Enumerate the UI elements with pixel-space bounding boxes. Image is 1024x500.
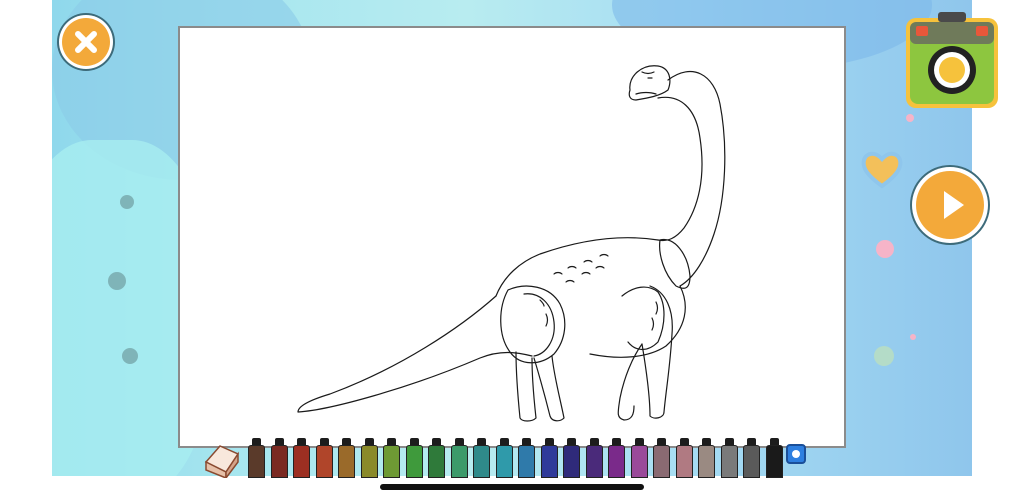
eraser-tool[interactable]	[200, 434, 244, 481]
color-marker[interactable]	[495, 438, 513, 478]
color-marker[interactable]	[383, 438, 400, 478]
decor-dot	[120, 195, 134, 209]
marker-body	[315, 445, 333, 478]
marker-body	[450, 445, 468, 478]
color-marker[interactable]	[585, 438, 603, 478]
color-marker[interactable]	[270, 438, 288, 478]
color-marker[interactable]	[540, 438, 558, 478]
color-marker[interactable]	[338, 438, 355, 478]
marker-body	[360, 445, 378, 478]
drawing-canvas[interactable]	[178, 26, 846, 448]
brush-size-button[interactable]	[786, 444, 806, 464]
color-marker[interactable]	[765, 438, 783, 478]
marker-body	[405, 445, 423, 478]
decor-dot	[876, 240, 894, 258]
camera-icon	[906, 12, 998, 108]
marker-body	[293, 445, 310, 478]
color-marker[interactable]	[450, 438, 468, 478]
color-marker[interactable]	[293, 438, 310, 478]
marker-body	[428, 445, 445, 478]
marker-body	[473, 445, 490, 478]
close-button[interactable]	[62, 18, 110, 66]
next-button[interactable]	[916, 171, 984, 239]
color-marker[interactable]	[698, 438, 715, 478]
color-marker[interactable]	[473, 438, 490, 478]
marker-body	[270, 445, 288, 478]
decor-dot	[122, 348, 138, 364]
color-marker[interactable]	[608, 438, 625, 478]
color-marker[interactable]	[405, 438, 423, 478]
marker-body	[338, 445, 355, 478]
color-marker[interactable]	[720, 438, 738, 478]
marker-body	[653, 445, 670, 478]
marker-body	[518, 445, 535, 478]
marker-body	[563, 445, 580, 478]
marker-body	[630, 445, 648, 478]
color-marker[interactable]	[653, 438, 670, 478]
color-marker[interactable]	[518, 438, 535, 478]
color-marker[interactable]	[563, 438, 580, 478]
close-icon	[75, 31, 97, 53]
play-icon	[944, 191, 964, 219]
marker-body	[540, 445, 558, 478]
color-marker[interactable]	[360, 438, 378, 478]
color-marker[interactable]	[743, 438, 760, 478]
decor-dot	[874, 346, 894, 366]
decor-dot	[910, 334, 916, 340]
marker-body	[720, 445, 738, 478]
color-marker[interactable]	[630, 438, 648, 478]
eraser-icon	[204, 445, 240, 481]
marker-body	[675, 445, 693, 478]
color-palette	[200, 434, 820, 481]
marker-body	[585, 445, 603, 478]
dinosaur-outline	[297, 65, 726, 422]
marker-body	[765, 445, 783, 478]
heart-decoration	[861, 151, 903, 189]
marker-body	[698, 445, 715, 478]
camera-button[interactable]	[904, 12, 1000, 110]
color-marker[interactable]	[428, 438, 445, 478]
color-marker[interactable]	[248, 438, 265, 478]
decor-dot	[108, 272, 126, 290]
color-marker[interactable]	[315, 438, 333, 478]
marker-body	[248, 445, 265, 478]
home-indicator	[380, 484, 644, 490]
marker-body	[495, 445, 513, 478]
marker-body	[743, 445, 760, 478]
marker-body	[608, 445, 625, 478]
decor-dot	[906, 114, 914, 122]
marker-body	[383, 445, 400, 478]
color-marker[interactable]	[675, 438, 693, 478]
